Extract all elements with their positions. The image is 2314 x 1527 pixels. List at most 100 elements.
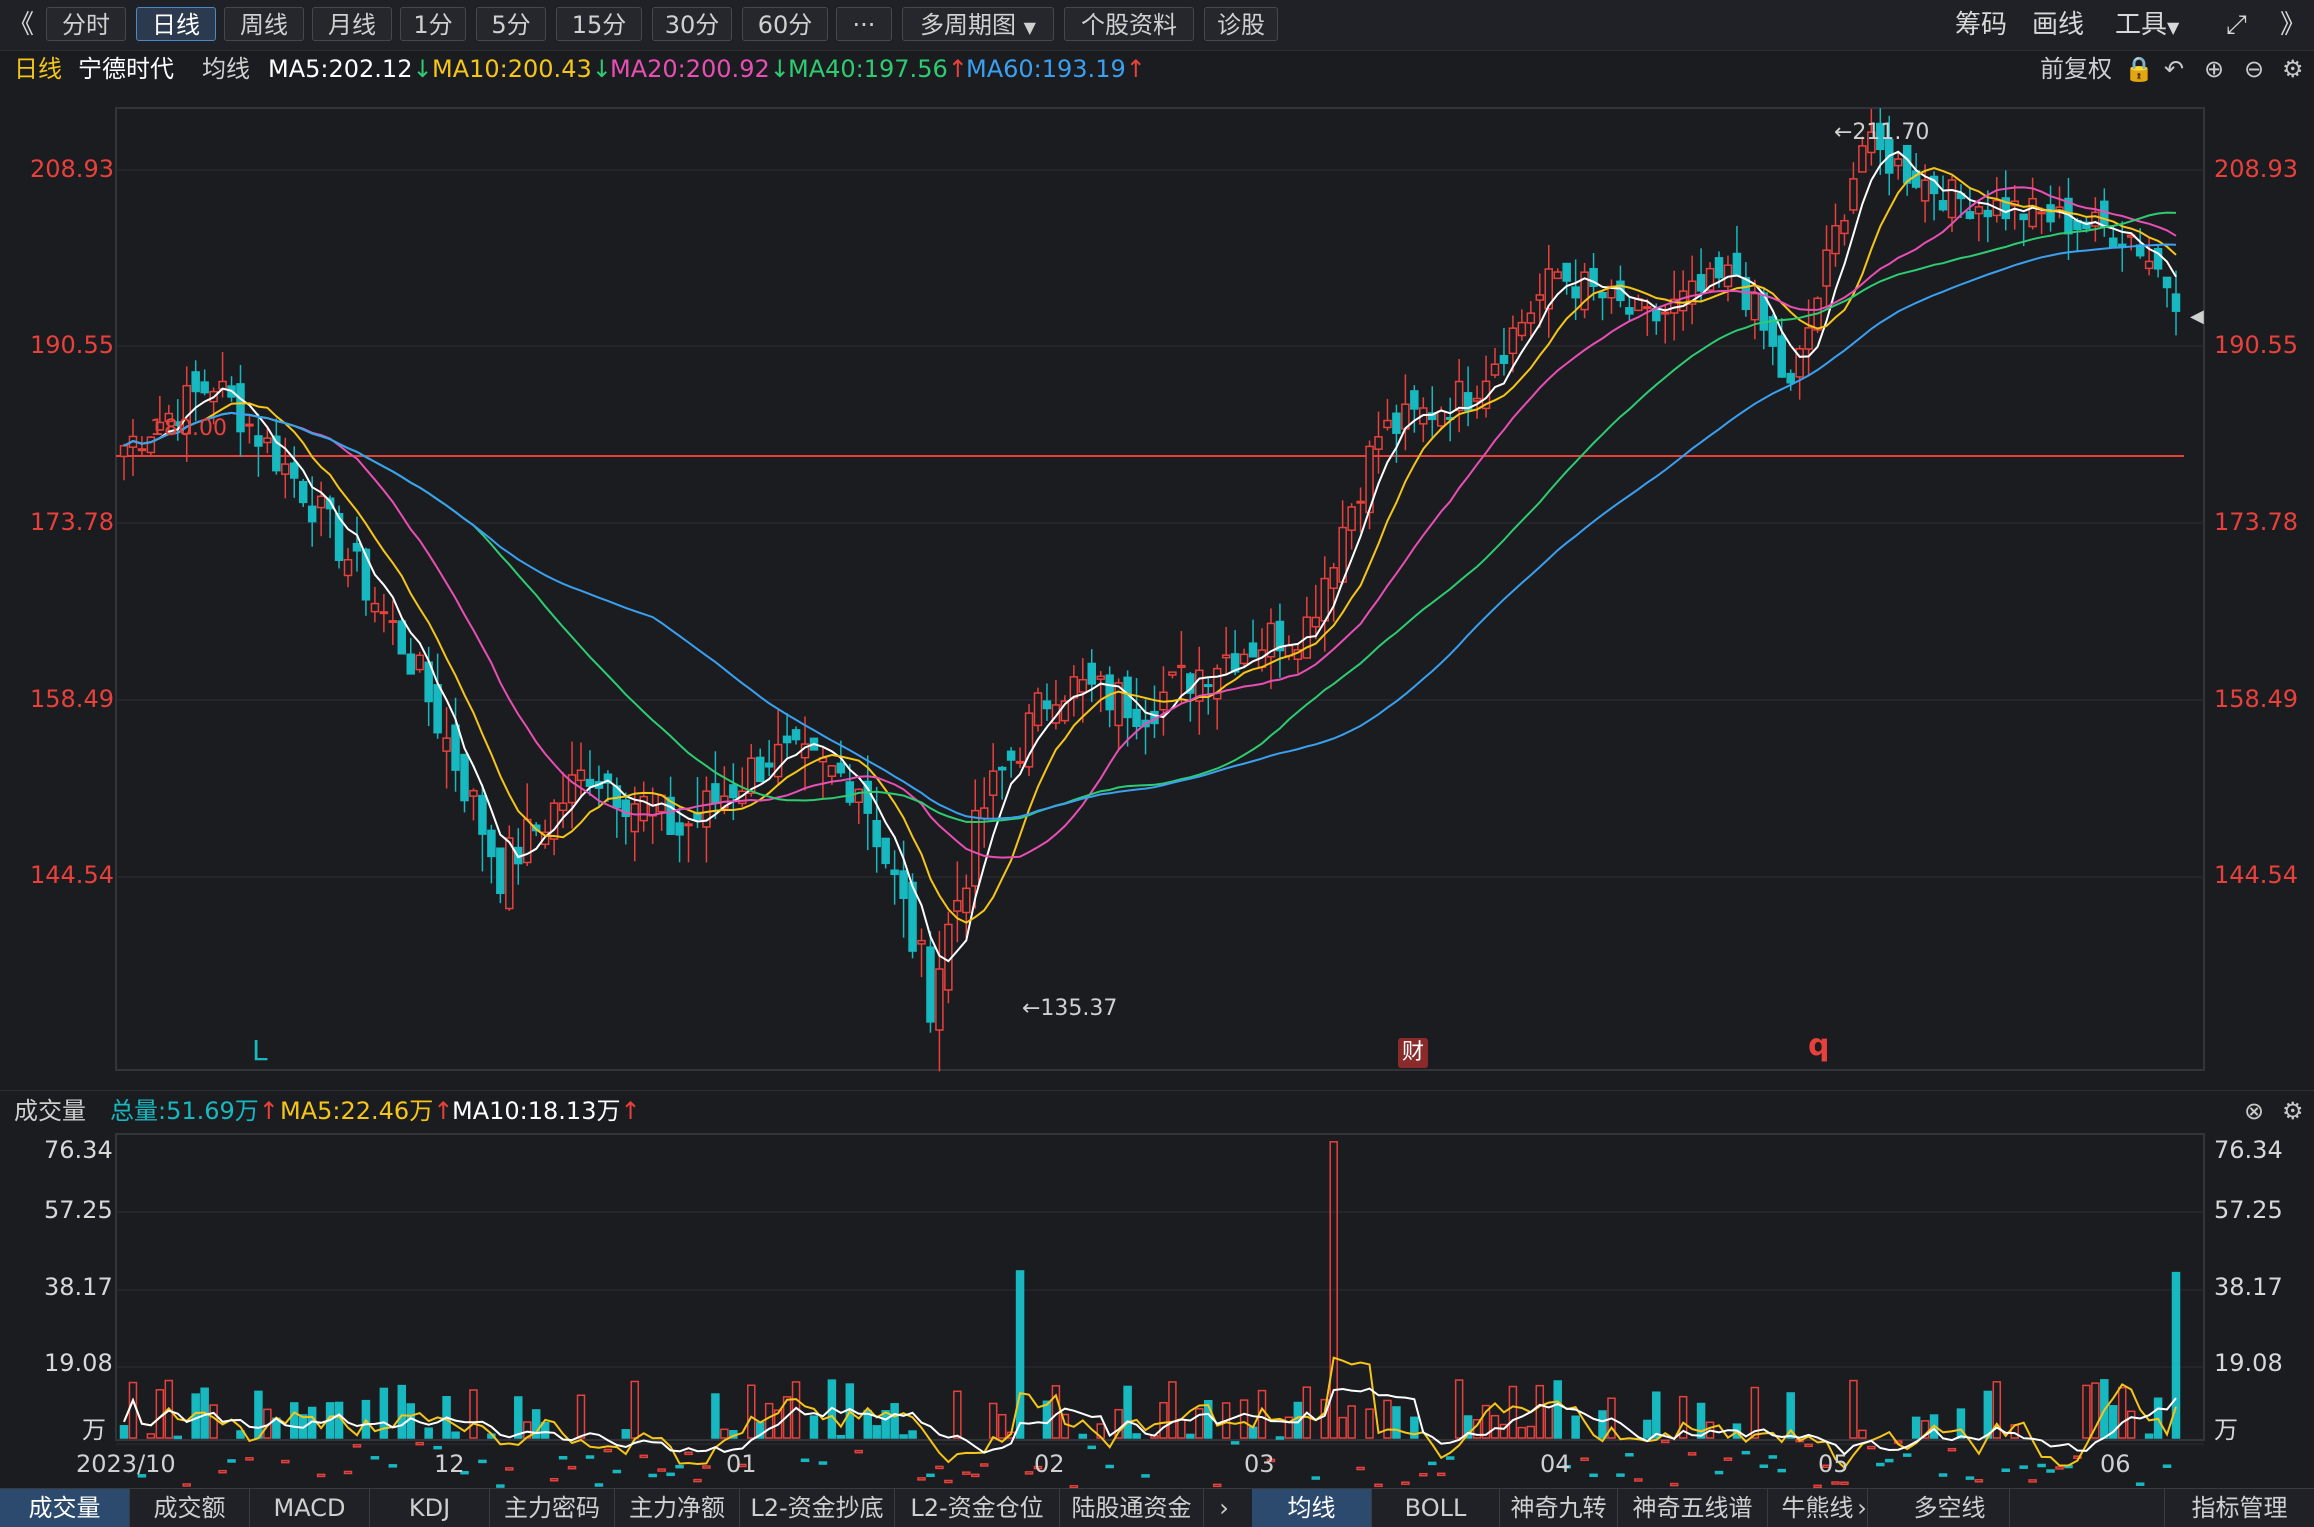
marker-q[interactable]: q xyxy=(1808,1028,1829,1063)
volume-bar xyxy=(693,1478,702,1483)
candle-body xyxy=(325,497,335,510)
candle-body xyxy=(1284,644,1294,657)
volume-bar xyxy=(1535,1384,1545,1439)
candle-body xyxy=(800,743,810,759)
candle-body xyxy=(236,383,245,433)
period-button[interactable]: 日线 xyxy=(136,7,216,41)
indicator-tab[interactable]: L2-资金抄底 xyxy=(740,1489,895,1527)
finance-event-badge[interactable]: 财 xyxy=(1398,1038,1428,1068)
period-button[interactable]: 周线 xyxy=(224,7,304,41)
ma-label: 均线 xyxy=(202,55,250,83)
diagnose-button[interactable]: 诊股 xyxy=(1204,7,1278,41)
volume-bar xyxy=(1401,1481,1410,1485)
indicator-tab[interactable]: 成交量 xyxy=(0,1489,130,1527)
candle-body xyxy=(944,923,953,991)
overlay-tab[interactable]: 均线 xyxy=(1252,1489,1372,1527)
candle-body xyxy=(2126,234,2136,238)
chips-button[interactable]: 筹码 xyxy=(1955,8,2007,42)
volume-bar xyxy=(1634,1478,1643,1482)
volume-bar xyxy=(272,1417,281,1439)
draw-button[interactable]: 画线 xyxy=(2032,8,2084,42)
period-button[interactable]: 月线 xyxy=(312,7,392,41)
period-button[interactable]: 30分 xyxy=(652,7,732,41)
candle-body xyxy=(648,803,657,817)
expand-icon[interactable]: ⤢ xyxy=(2226,8,2247,42)
candle-body xyxy=(1929,175,1939,195)
candle-body xyxy=(1257,649,1267,669)
candle-body xyxy=(1230,653,1240,673)
gear-icon[interactable]: ⚙ xyxy=(2282,1091,2304,1131)
volume-ma5: MA5:22.46万↑ xyxy=(280,1097,454,1125)
price-tick-left: 144.54 xyxy=(30,861,114,889)
indicator-tab[interactable]: KDJ xyxy=(370,1489,490,1527)
overlay-tab[interactable]: 神奇五线谱 xyxy=(1618,1489,1768,1527)
candle-body xyxy=(406,653,415,675)
volume-bar xyxy=(1911,1416,1921,1439)
candle-body xyxy=(702,790,711,828)
gear-icon[interactable]: ⚙ xyxy=(2282,50,2304,88)
candle-body xyxy=(711,783,720,805)
multi-period-dropdown[interactable]: 多周期图 ▼ xyxy=(902,7,1054,41)
candle-body xyxy=(899,870,908,899)
candle-body xyxy=(1383,419,1392,429)
more-button[interactable]: ··· xyxy=(836,7,892,41)
candle-body xyxy=(746,757,756,794)
candle-body xyxy=(1526,312,1536,324)
chevron-right-icon[interactable]: › xyxy=(1204,1489,1244,1527)
volume-bar xyxy=(245,1457,254,1461)
period-button[interactable]: 1分 xyxy=(400,7,466,41)
zoom-out-icon[interactable]: ⊖ xyxy=(2244,50,2264,88)
lock-icon[interactable]: 🔒 xyxy=(2124,50,2154,88)
price-tick-right: 208.93 xyxy=(2214,155,2298,183)
candle-body xyxy=(1454,380,1464,412)
arrow-up-icon: ↑ xyxy=(620,1097,641,1125)
candle-body xyxy=(245,423,254,427)
candle-body xyxy=(1580,271,1589,311)
marker-l[interactable]: L xyxy=(252,1034,268,1067)
volume-bar xyxy=(1983,1390,1993,1439)
indicator-tab[interactable]: 主力密码 xyxy=(490,1489,615,1527)
volume-bar xyxy=(2171,1271,2181,1439)
chevron-right-icon[interactable]: › xyxy=(1842,1489,1882,1527)
candle-body xyxy=(1069,676,1079,699)
period-button[interactable]: 15分 xyxy=(556,7,642,41)
volume-bar xyxy=(1195,1408,1204,1439)
indicator-tab[interactable]: MACD xyxy=(250,1489,370,1527)
indicator-tab[interactable]: 陆股通资金 xyxy=(1060,1489,1204,1527)
undo-icon[interactable]: ↶ xyxy=(2164,50,2184,88)
volume-bar xyxy=(1974,1479,1984,1483)
volume-bar xyxy=(352,1444,362,1448)
indicator-tab[interactable]: 成交额 xyxy=(130,1489,250,1527)
overlay-tab[interactable]: 多空线 xyxy=(1890,1489,2010,1527)
period-button[interactable]: 60分 xyxy=(742,7,828,41)
tools-button[interactable]: 工具▼ xyxy=(2115,8,2179,42)
close-icon[interactable]: ⊗ xyxy=(2244,1091,2264,1131)
volume-bar xyxy=(729,1430,738,1439)
stock-info-button[interactable]: 个股资料 xyxy=(1064,7,1194,41)
volume-bar xyxy=(782,1396,792,1439)
indicator-management-button[interactable]: 指标管理 xyxy=(2164,1489,2314,1527)
period-button[interactable]: 分时 xyxy=(46,7,126,41)
volume-bar xyxy=(1858,1429,1867,1439)
overlay-tab[interactable]: BOLL xyxy=(1372,1489,1500,1527)
volume-bar xyxy=(863,1409,872,1439)
volume-unit-right: 万 xyxy=(2214,1416,2238,1444)
candle-body xyxy=(1625,307,1634,315)
candle-body xyxy=(460,753,469,802)
period-button[interactable]: 5分 xyxy=(476,7,546,41)
candle-body xyxy=(1911,170,1921,188)
indicator-tab[interactable]: 主力净额 xyxy=(615,1489,740,1527)
candle-body xyxy=(1401,403,1410,430)
ma5-line xyxy=(123,150,2177,963)
candle-body xyxy=(1849,178,1858,211)
double-chevron-right-icon[interactable]: 》 xyxy=(2280,8,2306,42)
kline-chart[interactable] xyxy=(0,0,2314,1526)
volume-bar xyxy=(666,1472,675,1477)
adjust-mode[interactable]: 前复权 xyxy=(2040,50,2112,88)
candle-body xyxy=(487,829,496,858)
zoom-in-icon[interactable]: ⊕ xyxy=(2204,50,2224,88)
indicator-tab[interactable]: L2-资金仓位 xyxy=(895,1489,1060,1527)
overlay-tab[interactable]: 神奇九转 xyxy=(1500,1489,1618,1527)
candle-body xyxy=(343,558,353,577)
double-chevron-left-icon[interactable]: 《 xyxy=(8,8,34,42)
